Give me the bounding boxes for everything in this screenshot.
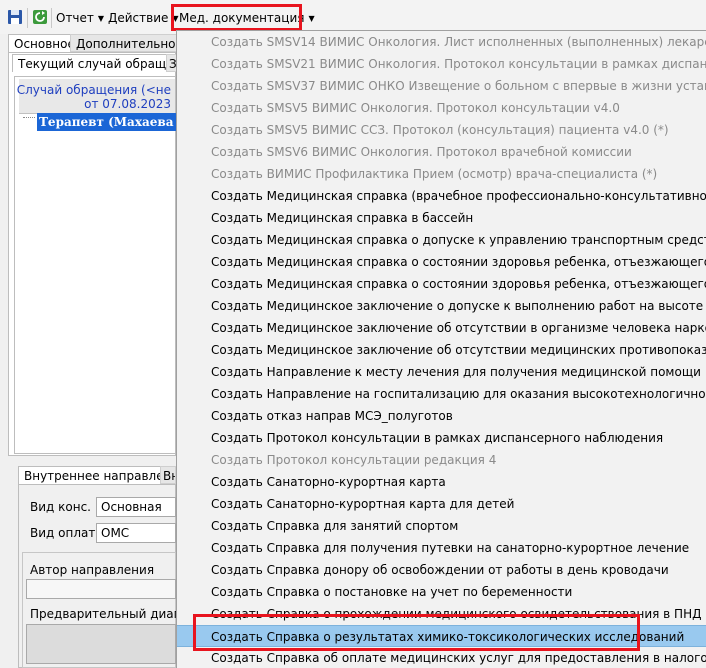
menu-item[interactable]: Создать Протокол консультации редакция 4 <box>177 449 706 471</box>
menu-item[interactable]: Создать Медицинское заключение о допуске… <box>177 295 706 317</box>
save-icon[interactable] <box>7 9 23 25</box>
med-docs-menu-label: Мед. документация <box>179 11 305 25</box>
menu-item-chem-tox-selected[interactable]: Создать Справка о результатах химико-ток… <box>177 625 706 647</box>
menu-item[interactable]: Создать Направление на госпитализацию дл… <box>177 383 706 405</box>
case-tree-header: Случай обращения (<не от 07.08.2023 <box>16 79 175 114</box>
menu-item[interactable]: Создать Медицинская справка в бассейн <box>177 207 706 229</box>
left-panel: Основное Дополнительно Текущий случай об… <box>0 34 203 668</box>
author-label: Автор направления <box>30 563 155 577</box>
report-menu-label: Отчет <box>56 11 94 25</box>
menu-item[interactable]: Создать Санаторно-курортная карта для де… <box>177 493 706 515</box>
menu-item[interactable]: Создать Медицинская справка (врачебное п… <box>177 185 706 207</box>
menu-item[interactable]: Создать Справка для получения путевки на… <box>177 537 706 559</box>
menu-item[interactable]: Создать Медицинское заключение об отсутс… <box>177 317 706 339</box>
case-tree: Случай обращения (<не от 07.08.2023 Тера… <box>14 76 179 454</box>
consult-type-label: Вид конс. <box>30 500 91 514</box>
menu-item[interactable]: Создать SMSV5 ВИМИС Онкология. Протокол … <box>177 97 706 119</box>
tab-additional[interactable]: Дополнительно <box>70 34 182 52</box>
menu-item[interactable]: Создать Справка о прохождении медицинско… <box>177 603 706 625</box>
action-menu-label: Действие <box>108 11 169 25</box>
med-docs-menu[interactable]: Мед. документация ▼ <box>179 9 315 27</box>
menu-item[interactable]: Создать Справка донору об освобождении о… <box>177 559 706 581</box>
author-field[interactable] <box>26 579 176 599</box>
menu-item[interactable]: Создать SMSV37 ВИМИС ОНКО Извещение о бо… <box>177 75 706 97</box>
menu-item[interactable]: Создать SMSV14 ВИМИС Онкология. Лист исп… <box>177 31 706 53</box>
menu-item[interactable]: Создать SMSV5 ВИМИС ССЗ. Протокол (консу… <box>177 119 706 141</box>
menu-item[interactable]: Создать Медицинская справка о состоянии … <box>177 251 706 273</box>
case-header: Случай обращения (<не <box>16 83 171 97</box>
menu-item[interactable]: Создать Справка для занятий спортом <box>177 515 706 537</box>
menu-item[interactable]: Создать Справка о постановке на учет по … <box>177 581 706 603</box>
payment-type-field[interactable]: ОМС <box>96 523 176 543</box>
menu-item[interactable]: Создать Справка об оплате медицинских ус… <box>177 647 706 668</box>
menu-item[interactable]: Создать Медицинское заключение об отсутс… <box>177 339 706 361</box>
menu-item[interactable]: Создать Медицинская справка о допуске к … <box>177 229 706 251</box>
menu-item[interactable]: Создать Направление к месту лечения для … <box>177 361 706 383</box>
menu-item[interactable]: Создать отказ направ МСЭ_полуготов <box>177 405 706 427</box>
chevron-down-icon: ▼ <box>308 14 315 23</box>
menu-item[interactable]: Создать Санаторно-курортная карта <box>177 471 706 493</box>
tab-external-referral[interactable]: Вн <box>160 466 176 484</box>
chevron-down-icon: ▼ <box>172 14 179 23</box>
action-menu[interactable]: Действие ▼ <box>108 9 179 27</box>
case-date: от 07.08.2023 <box>84 97 171 111</box>
consult-type-field[interactable]: Основная <box>96 497 176 517</box>
menu-item[interactable]: Создать Протокол консультации в рамках д… <box>177 427 706 449</box>
tree-line <box>23 117 35 118</box>
menu-item[interactable]: Создать SMSV21 ВИМИС Онкология. Протокол… <box>177 53 706 75</box>
menu-item[interactable]: Создать SMSV6 ВИМИС Онкология. Протокол … <box>177 141 706 163</box>
chevron-down-icon: ▼ <box>97 14 105 23</box>
toolbar: Отчет ▼ Действие ▼ Мед. документация ▼ <box>0 0 706 34</box>
refresh-icon[interactable] <box>32 9 48 25</box>
diagnosis-field[interactable] <box>26 624 176 664</box>
report-menu[interactable]: Отчет ▼ <box>56 9 104 27</box>
med-docs-dropdown: Создать SMSV14 ВИМИС Онкология. Лист исп… <box>176 30 706 668</box>
menu-item[interactable]: Создать Медицинская справка о состоянии … <box>177 273 706 295</box>
therapist-node[interactable]: Терапевт (Махаева Л.С.) <box>37 113 179 131</box>
payment-type-label: Вид оплаты <box>30 526 105 540</box>
menu-item[interactable]: Создать ВИМИС Профилактика Прием (осмотр… <box>177 163 706 185</box>
